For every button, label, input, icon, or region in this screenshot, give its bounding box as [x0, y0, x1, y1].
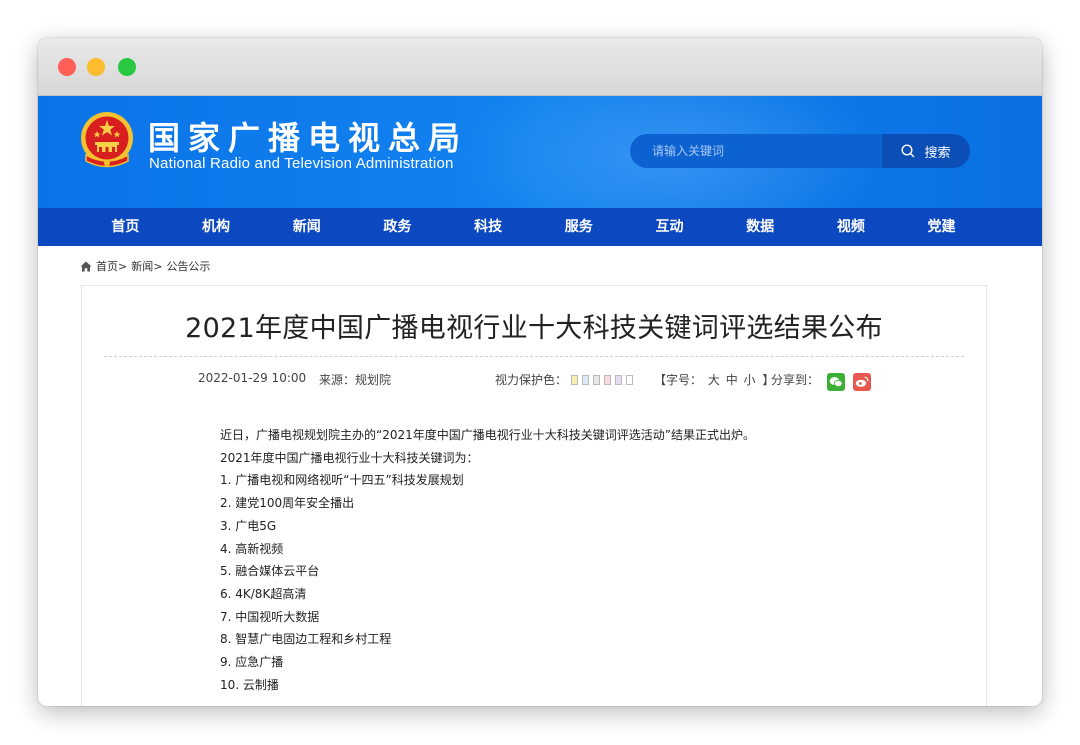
- eye-care-swatch[interactable]: [614, 375, 622, 385]
- font-size-large[interactable]: 大: [708, 373, 720, 387]
- nav-item-home[interactable]: 首页: [80, 208, 171, 246]
- keyword-item: 5. 融合媒体云平台: [220, 564, 320, 579]
- eye-care-swatch[interactable]: [603, 375, 611, 385]
- eye-care-label: 视力保护色：: [495, 373, 568, 387]
- keyword-item: 8. 智慧广电固边工程和乡村工程: [220, 632, 392, 647]
- keyword-item: 9. 应急广播: [220, 655, 284, 670]
- site-name-cn: 国家广播电视总局: [148, 119, 469, 157]
- font-size-medium[interactable]: 中: [726, 373, 738, 387]
- article-title: 2021年度中国广播电视行业十大科技关键词评选结果公布: [185, 313, 883, 344]
- font-size-small[interactable]: 小: [744, 373, 756, 387]
- breadcrumb-home[interactable]: 首页>: [96, 258, 127, 274]
- font-size-control: 【字号： 大 中 小 】: [654, 371, 774, 388]
- article-body: 近日，广播电视规划院主办的“2021年度中国广播电视行业十大科技关键词评选活动”…: [220, 424, 755, 696]
- eye-care-swatch[interactable]: [592, 375, 600, 385]
- search-icon: [901, 144, 915, 158]
- keyword-item: 10. 云制播: [220, 677, 279, 692]
- search-button[interactable]: 搜索: [882, 134, 970, 168]
- font-size-label: 【字号：: [654, 373, 703, 387]
- search-button-label: 搜索: [924, 145, 951, 161]
- keyword-item: 1. 广播电视和网络视听“十四五”科技发展规划: [220, 473, 464, 488]
- article-date: 2022-01-29 10:00: [198, 371, 307, 385]
- share-label: 分享到：: [771, 373, 820, 387]
- site-name-en: National Radio and Television Administra…: [149, 155, 454, 172]
- nav-item-data[interactable]: 数据: [715, 208, 806, 246]
- share-control: 分享到：: [771, 371, 871, 391]
- nav-item-government-affairs[interactable]: 政务: [352, 208, 443, 246]
- weibo-share-icon[interactable]: [852, 373, 871, 391]
- main-nav: 首页 机构 新闻 政务 科技 服务 互动 数据 视频 党建: [38, 208, 1042, 246]
- home-icon: [80, 261, 92, 271]
- keyword-item: 4. 高新视频: [220, 541, 284, 556]
- article-paragraph: 近日，广播电视规划院主办的“2021年度中国广播电视行业十大科技关键词评选活动”…: [220, 428, 755, 442]
- eye-care-swatch[interactable]: [625, 375, 633, 385]
- article-paragraph: 2021年度中国广播电视行业十大科技关键词为：: [220, 450, 479, 465]
- eye-care-swatch[interactable]: [581, 375, 589, 385]
- title-divider: [104, 356, 964, 357]
- keyword-item: 6. 4K/8K超高清: [220, 586, 307, 601]
- keyword-item: 2. 建党100周年安全播出: [220, 496, 355, 511]
- keyword-item: 7. 中国视听大数据: [220, 609, 320, 624]
- nav-item-services[interactable]: 服务: [533, 208, 624, 246]
- wechat-share-icon[interactable]: [826, 373, 845, 391]
- article-panel: 2021年度中国广播电视行业十大科技关键词评选结果公布 2022-01-29 1…: [81, 285, 987, 706]
- eye-care-swatch[interactable]: [570, 375, 578, 385]
- nav-item-party-building[interactable]: 党建: [896, 208, 987, 246]
- article-source: 来源：规划院: [319, 373, 392, 387]
- breadcrumb: 首页> 新闻> 公告公示: [80, 258, 210, 274]
- eye-care-control: 视力保护色：: [495, 371, 637, 388]
- maximize-window-button[interactable]: [118, 58, 136, 76]
- breadcrumb-announcements[interactable]: 公告公示: [166, 258, 210, 274]
- nav-item-news[interactable]: 新闻: [261, 208, 352, 246]
- nav-item-interaction[interactable]: 互动: [624, 208, 715, 246]
- minimize-window-button[interactable]: [87, 58, 105, 76]
- browser-window: 国家广播电视总局 National Radio and Television A…: [38, 38, 1042, 706]
- breadcrumb-news[interactable]: 新闻>: [131, 258, 162, 274]
- nav-item-video[interactable]: 视频: [806, 208, 897, 246]
- keyword-item: 3. 广电5G: [220, 518, 277, 533]
- close-window-button[interactable]: [58, 58, 76, 76]
- search-input[interactable]: [630, 134, 882, 168]
- nav-item-organization[interactable]: 机构: [171, 208, 262, 246]
- national-emblem-icon: [81, 112, 133, 168]
- window-titlebar: [38, 38, 1042, 96]
- site-header: 国家广播电视总局 National Radio and Television A…: [38, 96, 1042, 208]
- nav-item-technology[interactable]: 科技: [443, 208, 534, 246]
